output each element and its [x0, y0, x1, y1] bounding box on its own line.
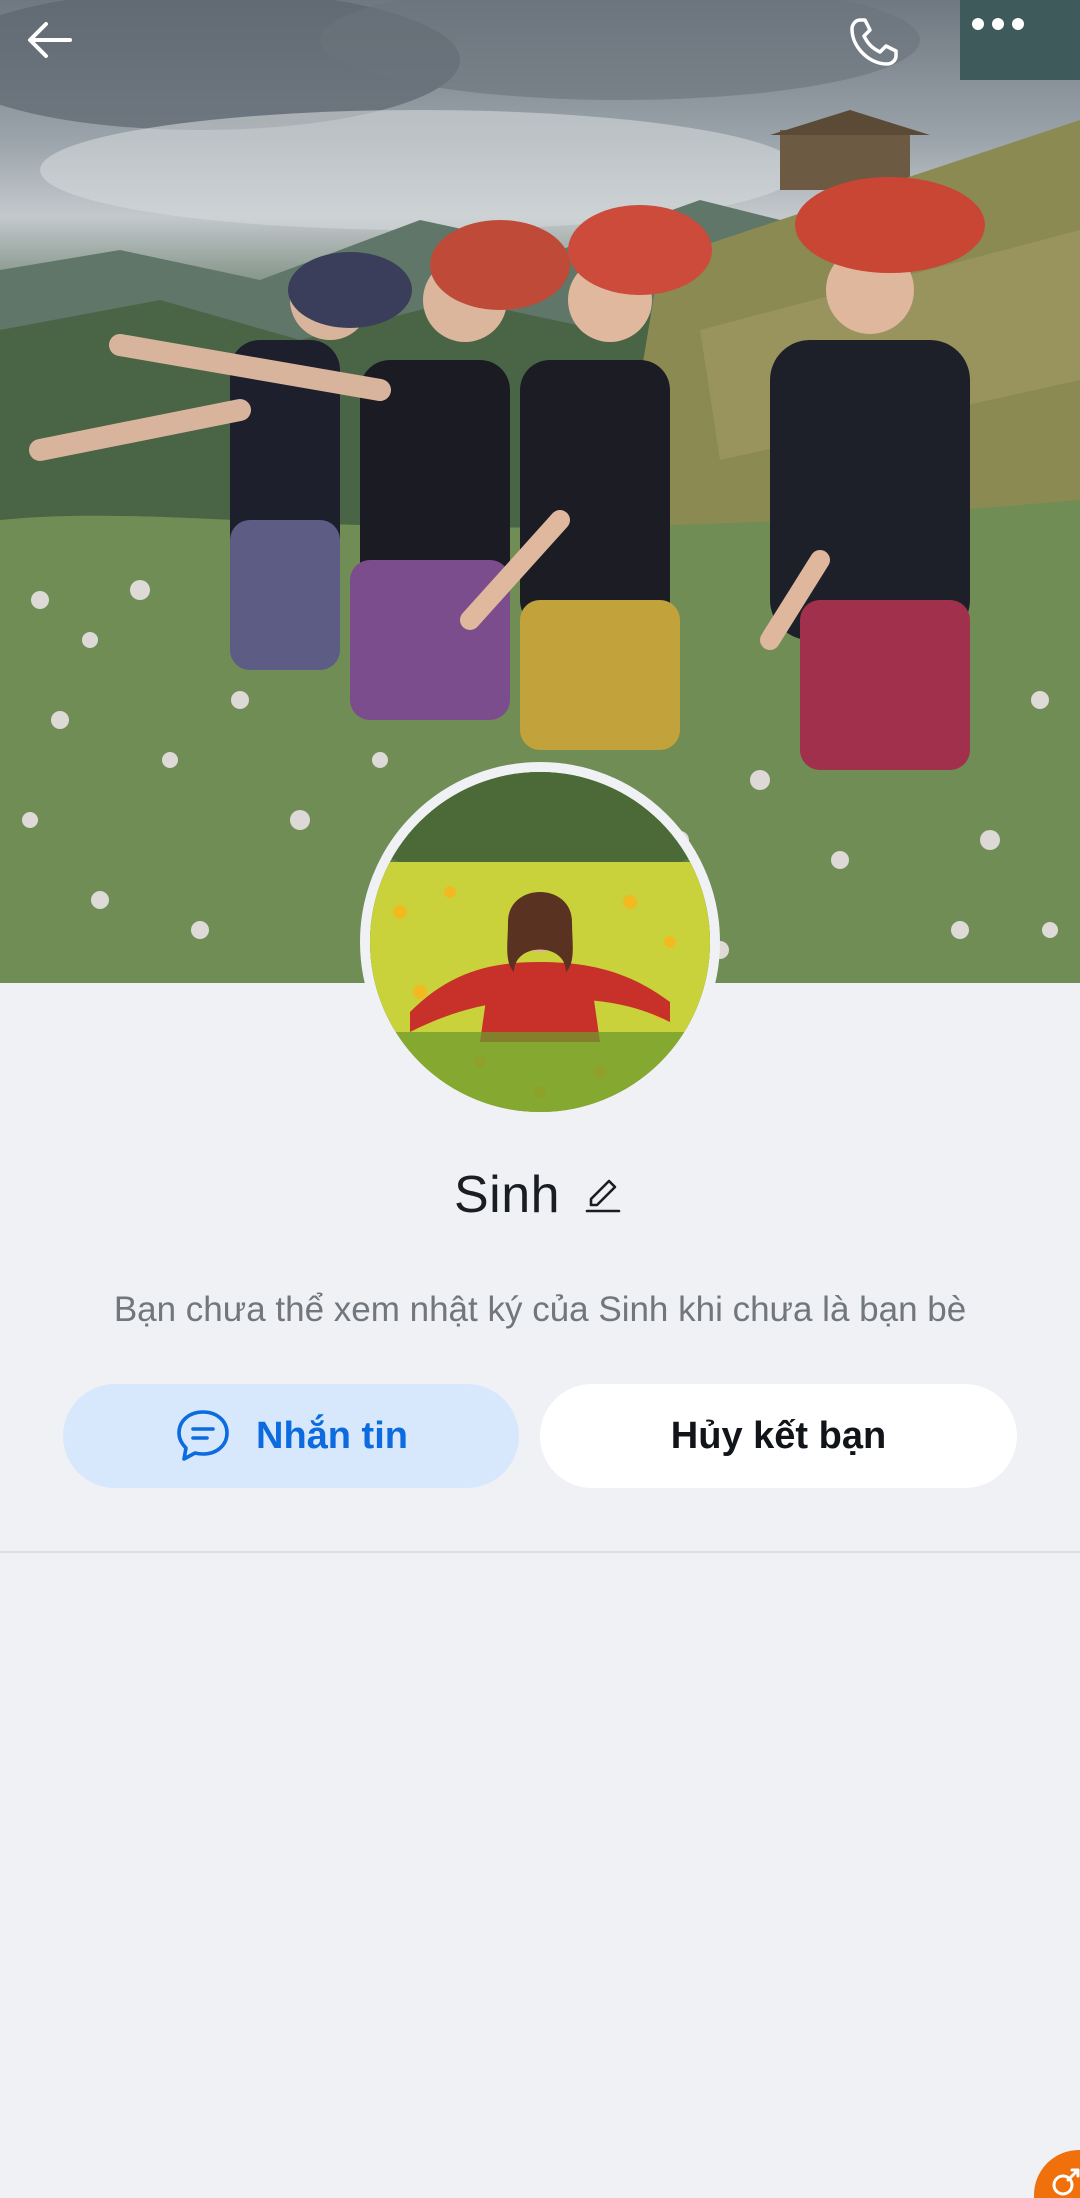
link-icon — [1052, 2168, 1080, 2196]
avatar-photo — [370, 772, 710, 1112]
message-button-label: Nhắn tin — [256, 1414, 408, 1457]
profile-name: Sinh — [453, 1166, 561, 1224]
floating-action-button[interactable] — [1034, 2150, 1080, 2198]
pencil-icon — [585, 1179, 621, 1213]
phone-icon — [850, 18, 898, 66]
profile-screen: Sinh Bạn chưa thể xem nhật ký của Sinh k… — [0, 0, 1080, 2198]
call-button[interactable] — [846, 14, 942, 110]
diary-privacy-notice: Bạn chưa thể xem nhật ký của Sinh khi ch… — [113, 1290, 967, 1329]
unfriend-button-label: Hủy kết bạn — [670, 1414, 887, 1457]
chat-bubble-icon — [177, 1410, 229, 1461]
back-button[interactable] — [24, 14, 120, 110]
more-horizontal-icon — [972, 18, 1024, 30]
more-options-button[interactable] — [970, 14, 1066, 110]
section-divider — [0, 1551, 1080, 1553]
edit-name-button[interactable] — [580, 1172, 626, 1218]
unfriend-button[interactable]: Hủy kết bạn — [540, 1384, 1017, 1488]
profile-name-row: Sinh — [0, 1160, 1080, 1230]
message-button[interactable]: Nhắn tin — [63, 1384, 519, 1488]
avatar[interactable] — [360, 762, 720, 1122]
arrow-left-icon — [28, 22, 72, 58]
